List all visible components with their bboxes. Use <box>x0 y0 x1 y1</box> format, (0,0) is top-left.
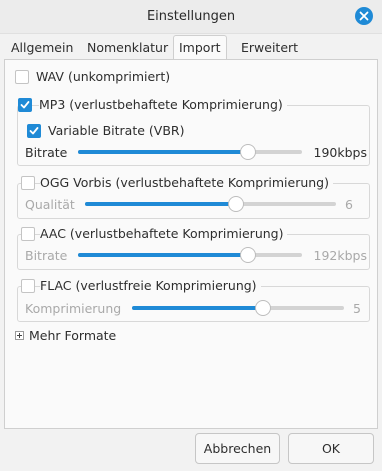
aac-bitrate-slider[interactable] <box>78 247 302 263</box>
aac-checkbox[interactable] <box>21 227 35 241</box>
cancel-button[interactable]: Abbrechen <box>195 433 280 464</box>
close-icon <box>359 11 369 21</box>
checkmark-icon <box>20 101 30 109</box>
ogg-quality-value: 6 <box>345 197 353 212</box>
flac-compression-label: Komprimierung <box>25 301 122 316</box>
mp3-bitrate-label: Bitrate <box>25 145 68 160</box>
flac-compression-value: 5 <box>353 301 361 316</box>
ogg-checkbox[interactable] <box>21 176 35 190</box>
aac-bitrate-label: Bitrate <box>25 248 68 263</box>
vbr-checkbox[interactable] <box>27 124 41 138</box>
mp3-label: MP3 (verlustbehaftete Komprimierung) <box>39 97 287 112</box>
vbr-label: Variable Bitrate (VBR) <box>48 123 185 138</box>
ogg-quality-label: Qualität <box>25 197 75 212</box>
ok-button[interactable]: OK <box>288 433 374 464</box>
checkmark-icon <box>29 127 39 135</box>
slider-handle[interactable] <box>240 144 257 160</box>
close-button[interactable] <box>355 7 373 25</box>
tab-bar: Allgemein Nomenklatur Import Erweitert <box>0 34 382 61</box>
slider-fill <box>78 253 249 257</box>
title-bar: Einstellungen <box>0 0 382 34</box>
flac-checkbox[interactable] <box>21 279 35 293</box>
tab-import[interactable]: Import <box>173 35 227 61</box>
flac-compression-slider[interactable] <box>132 300 344 316</box>
aac-bitrate-value: 192kbps <box>313 248 367 263</box>
wav-label: WAV (unkomprimiert) <box>36 69 171 84</box>
slider-handle[interactable] <box>255 300 272 316</box>
window-title: Einstellungen <box>146 9 236 24</box>
aac-label: AAC (verlustbehaftete Komprimierung) <box>40 226 288 241</box>
ogg-quality-slider[interactable] <box>85 196 336 212</box>
mp3-checkbox[interactable] <box>18 98 32 112</box>
wav-checkbox[interactable] <box>15 70 29 84</box>
mp3-bitrate-slider[interactable] <box>78 144 302 160</box>
tab-nomenklatur[interactable]: Nomenklatur <box>82 38 173 60</box>
more-formats-label[interactable]: Mehr Formate <box>29 328 116 343</box>
flac-label: FLAC (verlustfreie Komprimierung) <box>40 278 261 293</box>
slider-fill <box>78 150 249 154</box>
mp3-bitrate-value: 190kbps <box>313 145 367 160</box>
slider-fill <box>132 306 264 310</box>
expand-plus-icon[interactable] <box>15 331 24 340</box>
slider-handle[interactable] <box>227 196 244 212</box>
ogg-label: OGG Vorbis (verlustbehaftete Komprimieru… <box>40 175 333 190</box>
tab-allgemein[interactable]: Allgemein <box>6 38 78 60</box>
tab-erweitert[interactable]: Erweitert <box>236 38 303 60</box>
slider-handle[interactable] <box>240 247 257 263</box>
slider-fill <box>85 202 236 206</box>
